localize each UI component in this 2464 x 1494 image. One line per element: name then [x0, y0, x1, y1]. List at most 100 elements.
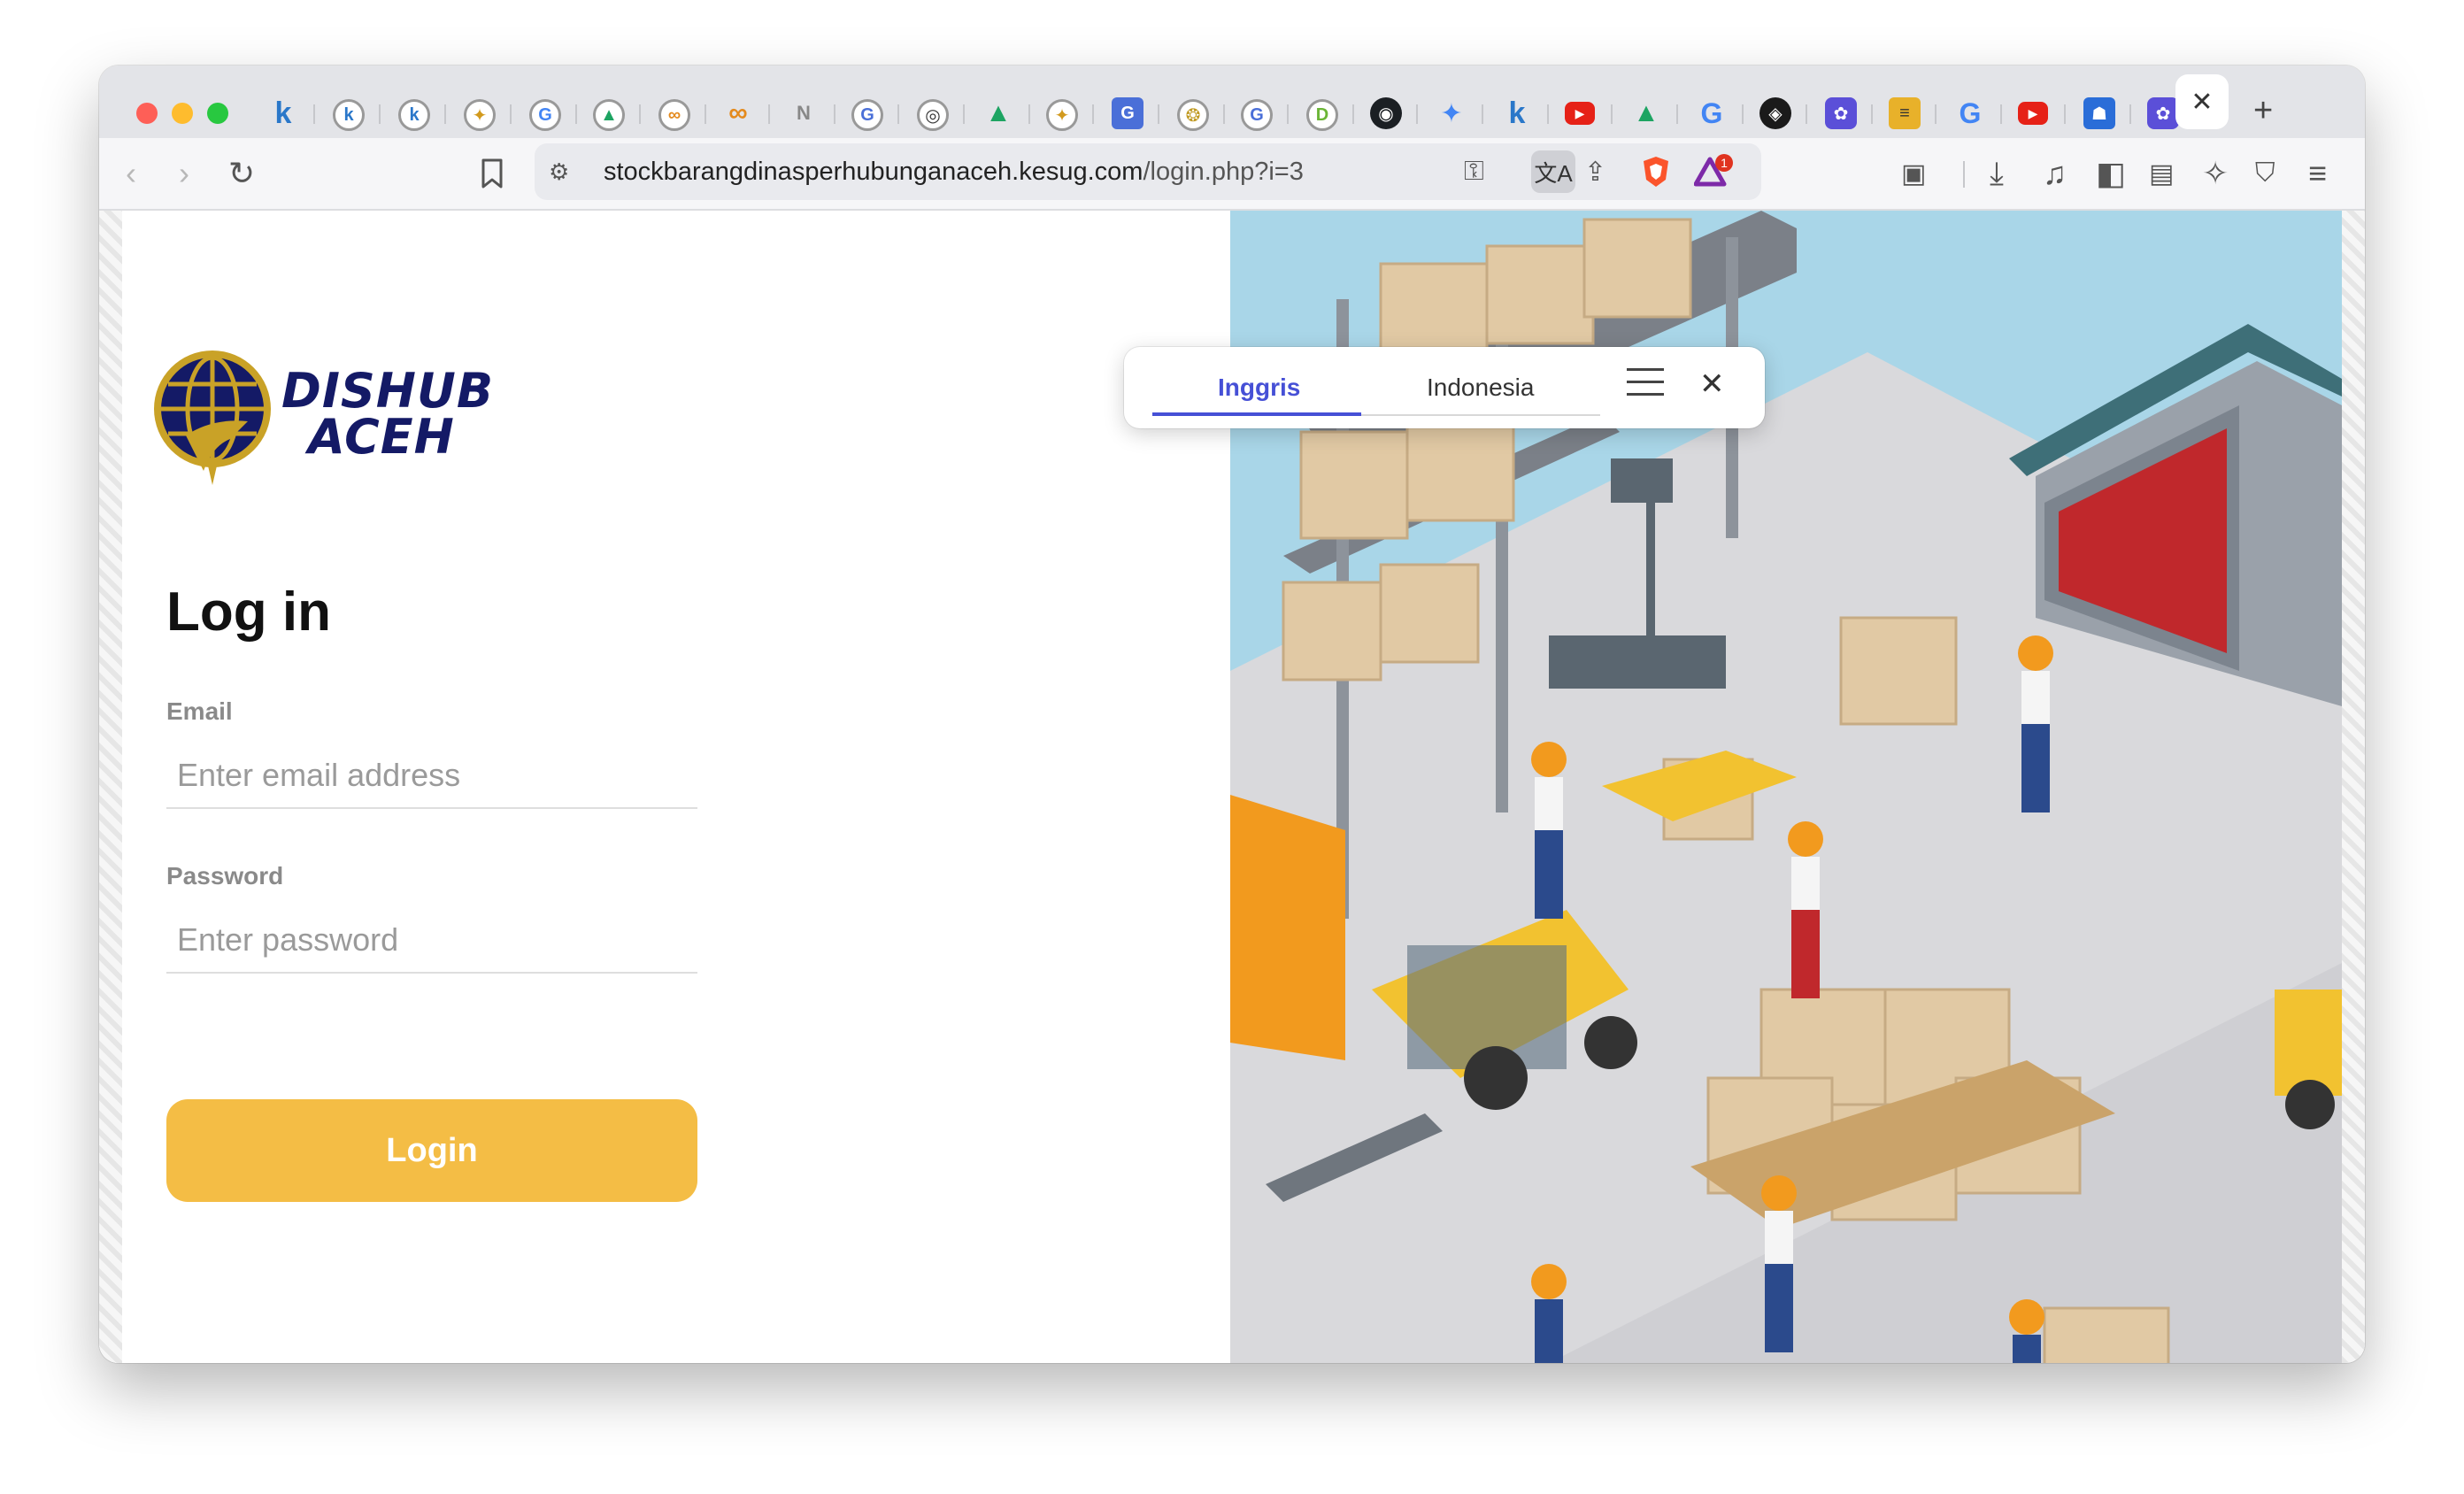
leo-ai-icon[interactable]: ✧: [2202, 152, 2229, 195]
tab-k-icon[interactable]: k: [1501, 96, 1533, 130]
key-icon[interactable]: ⚿: [1464, 150, 1484, 193]
tab-drive-icon[interactable]: ▲: [593, 99, 625, 131]
login-panel: DISHUB ACEH Log in Email Password Login: [122, 211, 1230, 1363]
password-label: Password: [166, 862, 284, 889]
tab-separator: [2064, 104, 2066, 124]
active-tab-indicator: [1152, 412, 1361, 416]
tab-k-circle-icon[interactable]: k: [333, 99, 365, 131]
reload-icon[interactable]: ↻: [228, 152, 255, 195]
download-icon[interactable]: ⤓: [1990, 152, 2004, 195]
tab-openai-icon[interactable]: ◎: [917, 99, 949, 131]
tab-separator: [2129, 104, 2131, 124]
reader-mode-icon[interactable]: ▣: [1901, 152, 1926, 195]
menu-icon[interactable]: ≡: [2308, 152, 2327, 195]
brand-wordmark: DISHUB ACEH: [281, 367, 494, 465]
tab-google-icon[interactable]: G: [1954, 97, 1986, 129]
tab-separator: [639, 104, 641, 124]
tab-shield-icon[interactable]: ◈: [1759, 97, 1791, 129]
minimize-window-button[interactable]: [172, 103, 193, 124]
translate-popup: Inggris Indonesia ✕: [1124, 347, 1765, 428]
tab-youtube-icon[interactable]: ▶: [1565, 102, 1595, 125]
tab-ribbon-icon[interactable]: ✿: [2147, 97, 2179, 129]
tab-separator: [575, 104, 577, 124]
tab-sparkle-icon[interactable]: ✦: [464, 99, 496, 131]
tab-separator: [1028, 104, 1030, 124]
tab-translate-icon[interactable]: G: [1112, 97, 1143, 129]
back-icon[interactable]: ‹: [126, 152, 136, 195]
tab-translate-icon[interactable]: G: [1241, 99, 1273, 131]
tab-drive-icon[interactable]: ▲: [1630, 97, 1662, 129]
tab-id-icon[interactable]: D: [1306, 99, 1338, 131]
tab-contacts-icon[interactable]: ☗: [2083, 97, 2115, 129]
address-bar[interactable]: ⚙ stockbarangdinasperhubunganaceh.kesug.…: [535, 143, 1761, 200]
tab-infinity-icon[interactable]: ∞: [722, 97, 754, 129]
left-pattern: [99, 211, 122, 1363]
tab-separator: [963, 104, 965, 124]
tab-separator: [705, 104, 706, 124]
brand-line2: ACEH: [308, 409, 455, 465]
url-text[interactable]: stockbarangdinasperhubunganaceh.kesug.co…: [604, 158, 1304, 187]
tab-ribbon-icon[interactable]: ✿: [1825, 97, 1857, 129]
tab-separator: [1287, 104, 1289, 124]
url-path: /login.php?i=3: [1143, 158, 1304, 186]
tab-separator: [1871, 104, 1873, 124]
translate-tab-indonesia[interactable]: Indonesia: [1427, 374, 1534, 402]
email-field[interactable]: [166, 743, 697, 809]
tab-strip: k k k ✦ G ▲ ∞ ∞ N G ◎ ▲ ✦ G ❂ G D ◉ ✦ k …: [99, 65, 2365, 138]
brave-shields-icon[interactable]: [1641, 150, 1671, 193]
browser-toolbar: ‹ › ↻ ⚙ stockbarangdinasperhubunganaceh.…: [99, 138, 2365, 211]
tab-notion-icon[interactable]: N: [788, 97, 820, 129]
tab-k-icon[interactable]: k: [267, 96, 299, 130]
tab-separator: [834, 104, 835, 124]
tab-separator: [1223, 104, 1225, 124]
rewards-badge: 1: [1721, 156, 1728, 170]
tab-separator: [444, 104, 446, 124]
tab-separator: [768, 104, 770, 124]
tab-google-icon[interactable]: G: [1696, 97, 1728, 129]
vpn-shield-icon[interactable]: ⛉: [2255, 152, 2275, 195]
tab-k-circle-icon[interactable]: k: [398, 99, 430, 131]
tab-emblem-icon[interactable]: ❂: [1177, 99, 1209, 131]
sidebar-icon[interactable]: ◧: [2096, 152, 2126, 195]
tab-translate-icon[interactable]: G: [851, 99, 883, 131]
tab-separator: [1806, 104, 1807, 124]
bookmark-icon[interactable]: [480, 152, 504, 195]
toolbar-separator: [1963, 161, 1965, 188]
tab-separator: [1158, 104, 1159, 124]
forward-icon[interactable]: ›: [179, 152, 189, 195]
close-popup-icon[interactable]: ✕: [1699, 366, 1725, 402]
wallet-icon[interactable]: ▤: [2149, 152, 2174, 195]
password-field[interactable]: [166, 908, 697, 974]
tab-stack-icon[interactable]: ≡: [1889, 97, 1921, 129]
tab-gemini-icon[interactable]: ✦: [1436, 97, 1467, 129]
music-icon[interactable]: ♫: [2043, 152, 2067, 195]
tab-separator: [1352, 104, 1354, 124]
login-button[interactable]: Login: [166, 1099, 697, 1202]
tab-drive-icon[interactable]: ▲: [982, 97, 1014, 129]
translate-icon[interactable]: 文A: [1531, 150, 1575, 193]
tab-separator: [379, 104, 381, 124]
share-icon[interactable]: ⇪: [1584, 150, 1606, 193]
tab-separator: [2000, 104, 2002, 124]
browser-window: k k k ✦ G ▲ ∞ ∞ N G ◎ ▲ ✦ G ❂ G D ◉ ✦ k …: [99, 65, 2365, 1363]
tab-sparkle-icon[interactable]: ✦: [1046, 99, 1078, 131]
tab-separator: [1611, 104, 1613, 124]
active-tab-close-button[interactable]: ✕: [2175, 74, 2229, 129]
tab-copilot-icon[interactable]: ∞: [658, 99, 690, 131]
tab-google-icon[interactable]: G: [529, 99, 561, 131]
tab-separator: [1092, 104, 1094, 124]
close-window-button[interactable]: [136, 103, 158, 124]
new-tab-button[interactable]: +: [2253, 92, 2273, 130]
tab-youtube-icon[interactable]: ▶: [2018, 102, 2048, 125]
tab-separator: [1935, 104, 1937, 124]
brave-rewards-icon[interactable]: 1: [1694, 150, 1733, 193]
tab-separator: [1742, 104, 1744, 124]
site-settings-icon[interactable]: ⚙: [549, 150, 569, 193]
tab-separator: [313, 104, 315, 124]
tab-github-icon[interactable]: ◉: [1370, 97, 1402, 129]
hamburger-menu-icon[interactable]: [1627, 368, 1664, 405]
email-label: Email: [166, 697, 233, 725]
translate-tab-inggris[interactable]: Inggris: [1218, 374, 1300, 402]
page-title: Log in: [166, 581, 331, 643]
zoom-window-button[interactable]: [207, 103, 228, 124]
